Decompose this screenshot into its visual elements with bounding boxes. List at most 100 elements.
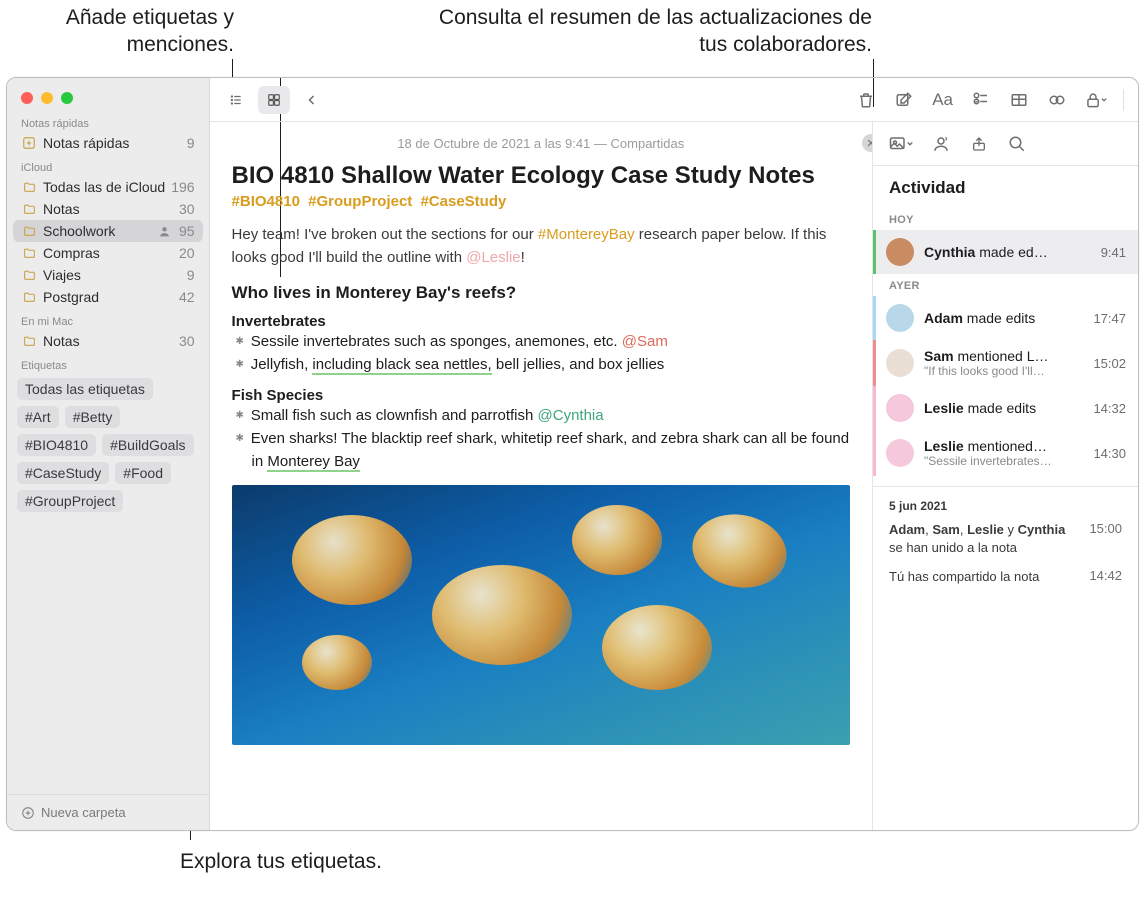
gallery-view-button[interactable]: [258, 86, 290, 114]
main-toolbar: Aa: [210, 78, 1138, 122]
folder-icon: [21, 203, 37, 216]
link-button[interactable]: [1041, 86, 1073, 114]
format-button[interactable]: Aa: [926, 86, 959, 114]
mention-inline[interactable]: @Cynthia: [538, 407, 604, 424]
sidebar-folder-postgrad[interactable]: Postgrad 42: [7, 286, 209, 308]
activity-plain-text: Tú has compartido la nota: [889, 568, 1079, 586]
sidebar-item-label: Viajes: [43, 267, 181, 283]
sidebar-item-label: Schoolwork: [43, 223, 152, 239]
tag-chip[interactable]: #Art: [17, 406, 59, 428]
note-paragraph: Hey team! I've broken out the sections f…: [232, 224, 850, 269]
activity-item[interactable]: Sam mentioned L…"If this looks good I'll…: [873, 340, 1138, 386]
note-editor[interactable]: 18 de Octubre de 2021 a las 9:41 — Compa…: [210, 122, 872, 830]
hashtag[interactable]: #GroupProject: [308, 193, 412, 210]
share-button[interactable]: [963, 130, 995, 158]
tag-chip[interactable]: #GroupProject: [17, 490, 123, 512]
tag-chip[interactable]: #Food: [115, 462, 171, 484]
activity-toolbar: [873, 122, 1138, 166]
window-controls: [7, 78, 209, 110]
sidebar: Notas rápidas Notas rápidas 9 iCloud Tod…: [7, 78, 210, 830]
bullet-list: Small fish such as clownfish and parrotf…: [232, 404, 850, 474]
activity-title: Actividad: [873, 166, 1138, 208]
list-item: Sessile invertebrates such as sponges, a…: [252, 330, 850, 353]
sidebar-folder-compras[interactable]: Compras20: [7, 242, 209, 264]
activity-text: Adam made edits: [924, 310, 1083, 326]
avatar: [886, 439, 914, 467]
main-content: Aa 18 de Octubre de 2021 a las 9:41 — Co…: [210, 78, 1138, 830]
notes-app-window: Notas rápidas Notas rápidas 9 iCloud Tod…: [6, 77, 1139, 831]
back-button[interactable]: [296, 86, 328, 114]
tag-chip[interactable]: #BIO4810: [17, 434, 96, 456]
sidebar-folder-todas-las-de-icloud[interactable]: Todas las de iCloud196: [7, 176, 209, 198]
new-folder-button[interactable]: Nueva carpeta: [7, 794, 209, 830]
search-button[interactable]: [1001, 130, 1033, 158]
plus-circle-icon: [21, 806, 35, 820]
tag-chip[interactable]: #CaseStudy: [17, 462, 109, 484]
sidebar-item-label: Notas: [43, 201, 173, 217]
list-view-button[interactable]: [220, 86, 252, 114]
activity-time: 14:30: [1093, 446, 1126, 461]
avatar: [886, 394, 914, 422]
media-button[interactable]: [883, 130, 919, 158]
hashtag-inline[interactable]: #MontereyBay: [538, 226, 635, 243]
note-meta-line: 18 de Octubre de 2021 a las 9:41 — Compa…: [232, 136, 850, 151]
sidebar-item-count: 30: [179, 201, 195, 217]
maximize-window-button[interactable]: [61, 92, 73, 104]
tag-chip[interactable]: #Betty: [65, 406, 121, 428]
activity-time: 15:02: [1093, 356, 1126, 371]
tag-chip[interactable]: Todas las etiquetas: [17, 378, 153, 400]
list-item: Jellyfish, including black sea nettles, …: [252, 353, 850, 376]
activity-panel: Actividad HOY Cynthia made ed…9:41 AYER …: [872, 122, 1138, 830]
trash-button[interactable]: [850, 86, 882, 114]
sidebar-item-count: 9: [187, 267, 195, 283]
checklist-button[interactable]: [965, 86, 997, 114]
note-attached-image[interactable]: [232, 485, 850, 745]
close-window-button[interactable]: [21, 92, 33, 104]
note-heading: Who lives in Monterey Bay's reefs?: [232, 283, 850, 303]
avatar: [886, 238, 914, 266]
sidebar-section-icloud: iCloud: [7, 154, 209, 176]
activity-item[interactable]: Cynthia made ed…9:41: [873, 230, 1138, 274]
highlighted-text: Monterey Bay: [267, 453, 360, 472]
sidebar-folder-notas[interactable]: Notas30: [7, 330, 209, 352]
bolt-note-icon: [21, 136, 37, 150]
minimize-window-button[interactable]: [41, 92, 53, 104]
activity-subtext: "Sessile invertebrates…: [924, 454, 1083, 468]
folder-icon: [21, 225, 37, 238]
hashtag[interactable]: #CaseStudy: [420, 193, 506, 210]
collaborate-button[interactable]: [925, 130, 957, 158]
hashtag[interactable]: #BIO4810: [232, 193, 300, 210]
compose-button[interactable]: [888, 86, 920, 114]
note-hashtags: #BIO4810 #GroupProject #CaseStudy: [232, 193, 850, 210]
activity-plain-item: Tú has compartido la nota14:42: [873, 564, 1138, 594]
activity-item[interactable]: Leslie made edits14:32: [873, 386, 1138, 430]
table-button[interactable]: [1003, 86, 1035, 114]
sidebar-item-label: Postgrad: [43, 289, 173, 305]
list-item: Even sharks! The blacktip reef shark, wh…: [252, 427, 850, 474]
sidebar-item-quicknotes[interactable]: Notas rápidas 9: [7, 132, 209, 154]
lock-button[interactable]: [1079, 86, 1113, 114]
folder-icon: [21, 181, 37, 194]
sidebar-section-tags: Etiquetas: [7, 352, 209, 374]
activity-item[interactable]: Leslie mentioned…"Sessile invertebrates……: [873, 430, 1138, 476]
activity-item[interactable]: Adam made edits17:47: [873, 296, 1138, 340]
sidebar-folder-schoolwork[interactable]: Schoolwork95: [13, 220, 203, 242]
activity-time: 15:00: [1089, 521, 1122, 556]
folder-icon: [21, 247, 37, 260]
activity-text: Sam mentioned L…: [924, 348, 1083, 364]
callout-activity-summary: Consulta el resumen de las actualizacion…: [422, 4, 872, 59]
list-item: Small fish such as clownfish and parrotf…: [252, 404, 850, 427]
sidebar-folder-notas[interactable]: Notas 30: [7, 198, 209, 220]
sidebar-item-count: 30: [179, 333, 195, 349]
sidebar-item-label: Todas las de iCloud: [43, 179, 165, 195]
sidebar-item-count: 42: [179, 289, 195, 305]
avatar: [886, 349, 914, 377]
sidebar-folder-viajes[interactable]: Viajes 9: [7, 264, 209, 286]
tag-chip[interactable]: #BuildGoals: [102, 434, 194, 456]
mention-inline[interactable]: @Leslie: [466, 249, 520, 266]
close-panel-button[interactable]: [862, 134, 872, 152]
mention-inline[interactable]: @Sam: [622, 333, 668, 350]
folder-icon: [21, 269, 37, 282]
activity-subtext: "If this looks good I'll…: [924, 364, 1083, 378]
highlighted-text: including black sea nettles,: [312, 356, 491, 375]
